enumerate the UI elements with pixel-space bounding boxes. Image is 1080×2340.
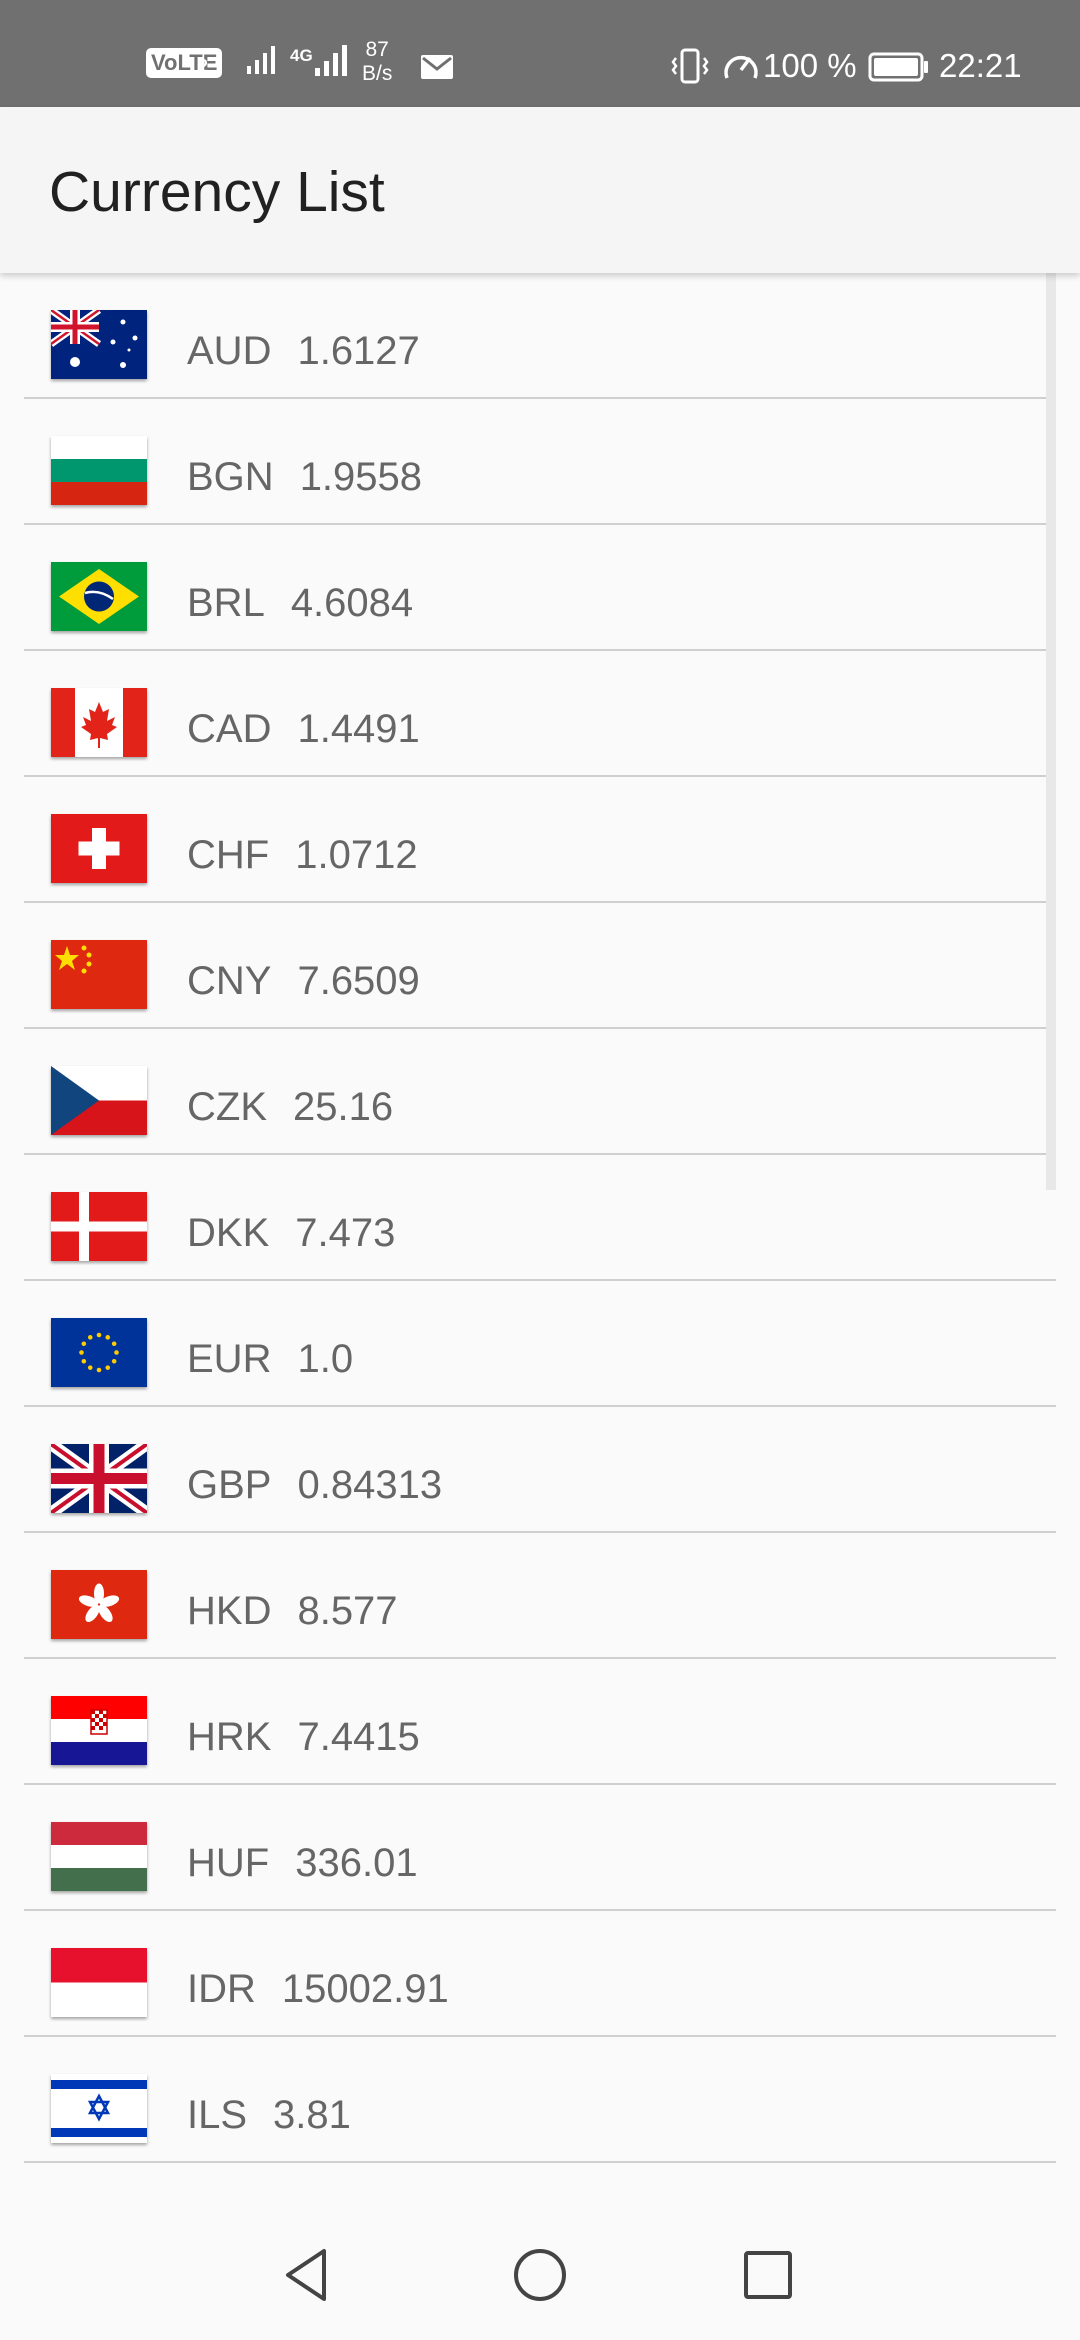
currency-rate: 1.0712 — [295, 833, 418, 877]
currency-code: IDR — [187, 1967, 256, 2011]
currency-row[interactable]: CAD 1.4491 — [0, 651, 1080, 777]
currency-code: AUD — [187, 329, 272, 373]
eu-flag-icon — [51, 1318, 147, 1387]
battery-percentage: 100 % — [763, 47, 857, 84]
gauge-icon — [722, 48, 760, 89]
currency-code: HRK — [187, 1715, 272, 1759]
battery-icon — [868, 52, 930, 87]
bulgaria-flag-icon — [51, 436, 147, 505]
currency-row[interactable]: HRK 7.4415 — [0, 1659, 1080, 1785]
navigation-bar — [0, 2211, 1080, 2340]
currency-row[interactable]: HKD 8.577 — [0, 1533, 1080, 1659]
currency-row[interactable]: CHF 1.0712 — [0, 777, 1080, 903]
currency-code: ILS — [187, 2093, 248, 2137]
australia-flag-icon — [51, 310, 147, 379]
currency-info: CZK 25.16 — [187, 1084, 393, 1130]
currency-row[interactable]: CZK 25.16 — [0, 1029, 1080, 1155]
network-speed-value: 87 — [365, 38, 389, 61]
currency-code: CZK — [187, 1085, 267, 1129]
currency-row[interactable]: HUF 336.01 — [0, 1785, 1080, 1911]
czech-flag-icon — [51, 1066, 147, 1135]
currency-row[interactable]: GBP 0.84313 — [0, 1407, 1080, 1533]
currency-info: HUF 336.01 — [187, 1840, 418, 1886]
currency-info: ILS 3.81 — [187, 2092, 351, 2138]
currency-info: BGN 1.9558 — [187, 454, 422, 500]
currency-rate: 15002.91 — [281, 1967, 449, 2011]
indonesia-flag-icon — [51, 1948, 147, 2017]
hungary-flag-icon — [51, 1822, 147, 1891]
currency-code: EUR — [187, 1337, 272, 1381]
currency-rate: 0.84313 — [297, 1463, 443, 1507]
currency-info: AUD 1.6127 — [187, 328, 420, 374]
currency-rate: 3.81 — [273, 2093, 351, 2137]
divider — [24, 2161, 1056, 2163]
israel-flag-icon — [51, 2074, 147, 2143]
currency-info: IDR 15002.91 — [187, 1966, 449, 2012]
currency-row[interactable]: BRL 4.6084 — [0, 525, 1080, 651]
currency-rate: 7.6509 — [297, 959, 420, 1003]
scrollbar[interactable] — [1046, 273, 1056, 1190]
currency-info: HRK 7.4415 — [187, 1714, 420, 1760]
brazil-flag-icon — [51, 562, 147, 631]
denmark-flag-icon — [51, 1192, 147, 1261]
sim-slot-label: 2 — [198, 56, 209, 76]
hong-kong-flag-icon — [51, 1570, 147, 1639]
currency-info: CHF 1.0712 — [187, 832, 418, 878]
currency-row[interactable]: AUD 1.6127 — [0, 273, 1080, 399]
home-icon[interactable] — [510, 2245, 570, 2305]
currency-code: CNY — [187, 959, 272, 1003]
currency-rate: 4.6084 — [290, 581, 414, 625]
back-icon[interactable] — [278, 2245, 338, 2305]
recents-icon[interactable] — [738, 2245, 798, 2305]
clock: 22:21 — [939, 47, 1022, 84]
network-speed: 87 B/s — [362, 38, 392, 86]
canada-flag-icon — [51, 688, 147, 757]
signal-icon — [245, 42, 279, 81]
currency-code: CHF — [187, 833, 270, 877]
currency-row[interactable]: IDR 15002.91 — [0, 1911, 1080, 2037]
currency-code: DKK — [187, 1211, 270, 1255]
currency-code: HKD — [187, 1589, 272, 1633]
currency-code: BGN — [187, 455, 274, 499]
currency-list[interactable]: AUD 1.6127 BGN 1.9558 BRL 4.6084 CAD 1.4… — [0, 273, 1080, 2163]
uk-flag-icon — [51, 1444, 147, 1513]
currency-info: DKK 7.473 — [187, 1210, 395, 1256]
vibrate-icon — [670, 48, 710, 89]
currency-row[interactable]: CNY 7.6509 — [0, 903, 1080, 1029]
currency-rate: 7.473 — [295, 1211, 396, 1255]
currency-rate: 7.4415 — [297, 1715, 420, 1759]
app-bar: Currency List — [0, 107, 1080, 273]
currency-info: CNY 7.6509 — [187, 958, 420, 1004]
currency-info: GBP 0.84313 — [187, 1462, 442, 1508]
currency-info: BRL 4.6084 — [187, 580, 413, 626]
currency-rate: 1.0 — [297, 1337, 354, 1381]
currency-info: EUR 1.0 — [187, 1336, 353, 1382]
volte-badge: VoLTE — [146, 48, 223, 78]
currency-code: HUF — [187, 1841, 270, 1885]
currency-rate: 1.6127 — [297, 329, 420, 373]
signal-icon — [313, 42, 351, 83]
currency-code: BRL — [187, 581, 265, 625]
currency-info: HKD 8.577 — [187, 1588, 398, 1634]
croatia-flag-icon — [51, 1696, 147, 1765]
network-speed-unit: B/s — [362, 62, 393, 85]
currency-rate: 336.01 — [295, 1841, 418, 1885]
switzerland-flag-icon — [51, 814, 147, 883]
status-bar: VoLTE 2 4G 87 B/s 100 % 22:21 — [0, 0, 1080, 107]
network-type-label: 4G — [290, 46, 313, 65]
currency-rate: 1.9558 — [299, 455, 423, 499]
currency-rate: 25.16 — [293, 1085, 394, 1129]
currency-row[interactable]: DKK 7.473 — [0, 1155, 1080, 1281]
currency-rate: 1.4491 — [297, 707, 420, 751]
currency-row[interactable]: ILS 3.81 — [0, 2037, 1080, 2163]
currency-code: CAD — [187, 707, 272, 751]
currency-info: CAD 1.4491 — [187, 706, 420, 752]
currency-row[interactable]: EUR 1.0 — [0, 1281, 1080, 1407]
page-title: Currency List — [49, 160, 385, 224]
currency-rate: 8.577 — [297, 1589, 398, 1633]
china-flag-icon — [51, 940, 147, 1009]
mail-icon — [420, 54, 454, 85]
currency-code: GBP — [187, 1463, 272, 1507]
currency-row[interactable]: BGN 1.9558 — [0, 399, 1080, 525]
